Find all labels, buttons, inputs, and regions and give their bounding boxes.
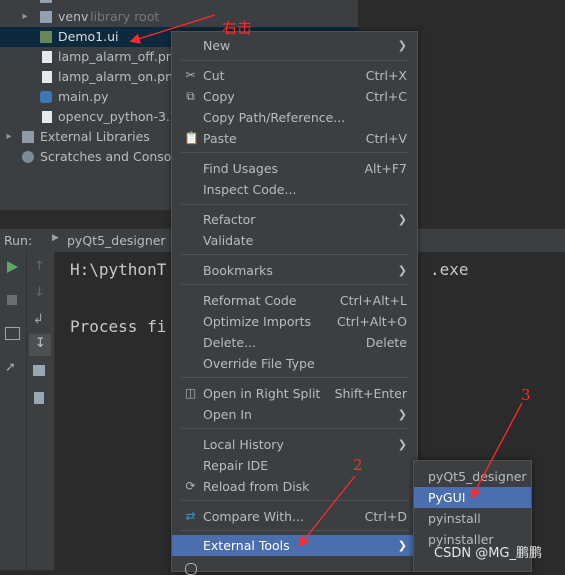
annotation-step-3: 3: [521, 386, 531, 404]
annotation-arrow-1: [129, 14, 216, 44]
annotation-right-click: 右击: [222, 19, 253, 37]
annotation-step-2: 2: [353, 456, 363, 474]
annotation-arrows: [129, 14, 523, 548]
annotation-arrow-3: [470, 402, 523, 500]
watermark: CSDN @MG_鹏鹏: [434, 546, 542, 561]
annotation-arrow-2: [298, 475, 356, 548]
